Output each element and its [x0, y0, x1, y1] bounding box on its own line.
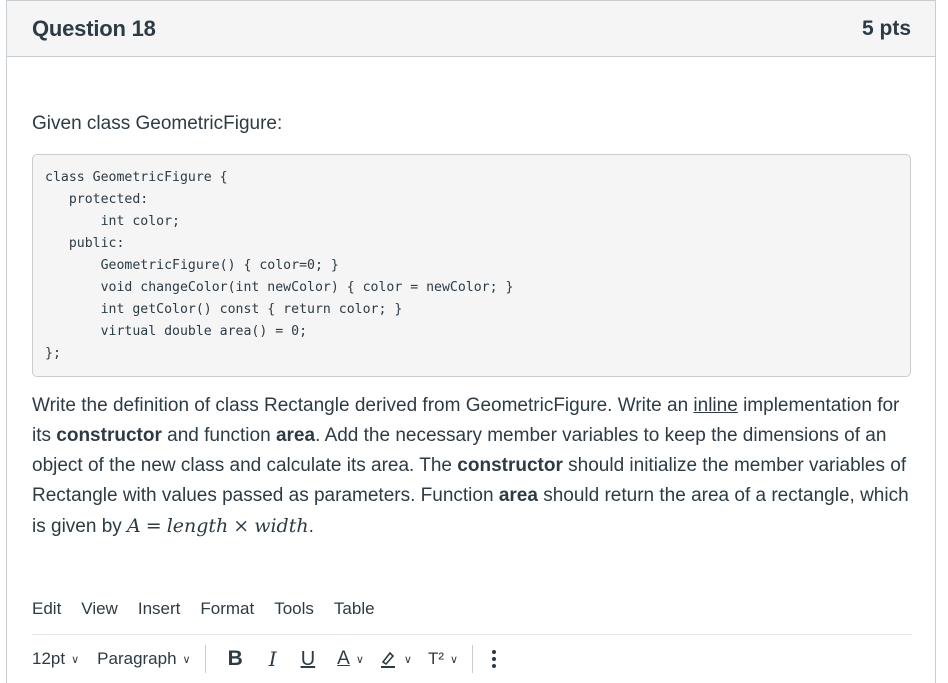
inline-keyword: inline: [693, 395, 738, 416]
highlighter-icon: [380, 651, 395, 668]
superscript-icon: T²: [427, 649, 444, 668]
chevron-down-icon: ∨: [403, 653, 412, 666]
bold-button[interactable]: B: [228, 647, 243, 671]
font-size-dropdown[interactable]: 12pt ∨: [32, 649, 79, 669]
menu-tools[interactable]: Tools: [274, 599, 314, 619]
math-var-a: A: [127, 515, 141, 537]
desc-text: Write the definition of class Rectangle …: [32, 395, 694, 416]
paragraph-value: Paragraph: [97, 649, 177, 668]
code-line: class GeometricFigure {: [45, 170, 228, 185]
chevron-down-icon: ∨: [182, 653, 191, 666]
question-header: Question 18 5 pts: [7, 1, 935, 57]
math-times: ×: [233, 515, 250, 537]
math-var-length: length: [166, 515, 229, 537]
italic-button[interactable]: I: [269, 647, 277, 671]
math-equals: =: [145, 515, 162, 537]
text-color-icon: A: [337, 648, 350, 669]
chevron-down-icon: ∨: [450, 653, 459, 666]
paragraph-dropdown[interactable]: Paragraph ∨: [97, 649, 190, 669]
code-line: public:: [45, 236, 125, 251]
math-var-width: width: [254, 515, 309, 537]
vertical-dots-icon: [492, 650, 497, 668]
editor-menubar: Edit View Insert Format Tools Table: [32, 599, 395, 619]
more-options-icon[interactable]: [491, 649, 497, 669]
underline-button[interactable]: U: [301, 648, 315, 671]
area-formula: A = length × width: [127, 515, 309, 537]
menu-edit[interactable]: Edit: [32, 599, 61, 619]
area-keyword: area: [498, 485, 538, 506]
area-keyword: area: [275, 425, 316, 446]
code-line: protected:: [45, 192, 149, 207]
desc-text: and function: [161, 425, 276, 446]
superscript-button[interactable]: T² ∨: [428, 649, 458, 669]
code-line: virtual double area() = 0;: [45, 324, 308, 339]
chevron-down-icon: ∨: [355, 653, 364, 666]
constructor-keyword: constructor: [457, 455, 563, 476]
toolbar-divider: [204, 645, 206, 673]
desc-text: .: [308, 516, 314, 537]
editor-toolbar: 12pt ∨ Paragraph ∨ B I U A ∨ ∨ T² ∨: [32, 644, 497, 674]
font-size-value: 12pt: [32, 649, 66, 668]
question-intro: Given class GeometricFigure:: [32, 113, 283, 134]
chevron-down-icon: ∨: [71, 653, 80, 666]
code-block: class GeometricFigure { protected: int c…: [32, 154, 911, 377]
menubar-divider: [32, 634, 912, 635]
menu-table[interactable]: Table: [334, 599, 375, 619]
code-line: GeometricFigure() { color=0; }: [45, 258, 339, 273]
menu-insert[interactable]: Insert: [138, 599, 181, 619]
question-description: Write the definition of class Rectangle …: [32, 391, 912, 542]
code-line: int getColor() const { return color; }: [45, 302, 403, 317]
question-title: Question 18: [32, 15, 156, 41]
text-color-button[interactable]: A ∨: [337, 648, 364, 670]
toolbar-divider: [472, 645, 474, 673]
code-line: int color;: [45, 214, 180, 229]
highlight-color-button[interactable]: ∨: [378, 649, 412, 669]
question-points: 5 pts: [861, 16, 911, 40]
code-line: void changeColor(int newColor) { color =…: [45, 280, 514, 295]
code-line: };: [45, 346, 61, 361]
question-card: Question 18 5 pts Given class GeometricF…: [6, 0, 936, 683]
constructor-keyword: constructor: [56, 425, 162, 446]
menu-format[interactable]: Format: [200, 599, 254, 619]
menu-view[interactable]: View: [81, 599, 118, 619]
